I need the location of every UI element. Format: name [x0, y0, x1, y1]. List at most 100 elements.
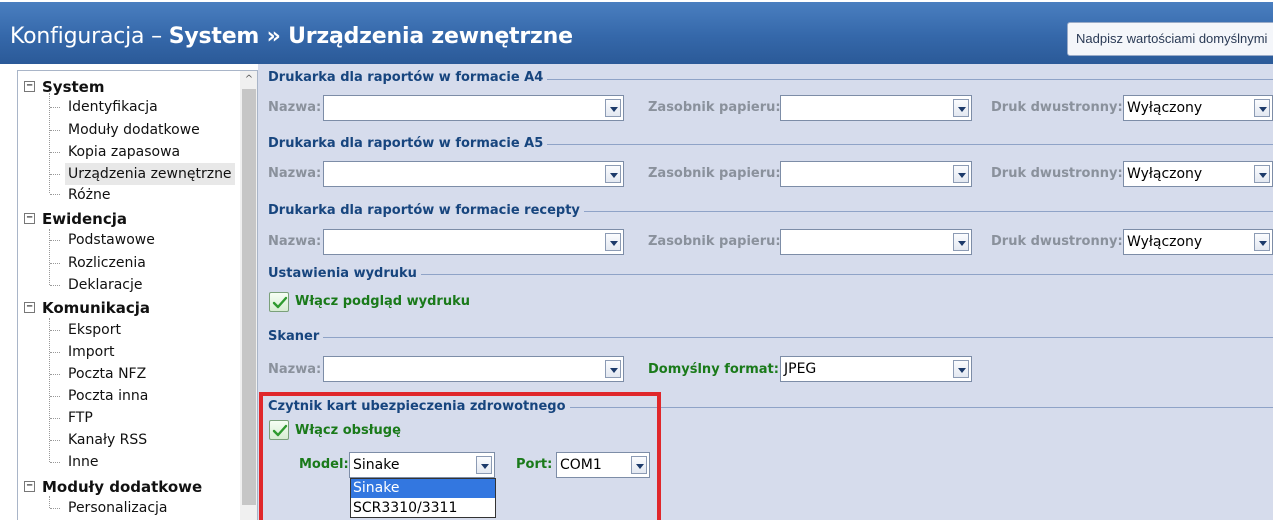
chevron-down-icon[interactable]	[605, 233, 621, 251]
tree-item-deklaracje[interactable]: Deklaracje	[68, 274, 143, 296]
chevron-down-icon[interactable]	[605, 99, 621, 117]
restore-defaults-button[interactable]: Nadpisz wartościami domyślnymi	[1067, 22, 1273, 56]
tree-item-urzadzenia-zewnetrzne[interactable]: Urządzenia zewnętrzne	[65, 163, 235, 185]
tree-scrollbar[interactable]: ^	[240, 71, 257, 520]
card-reader-model-select[interactable]: Sinake	[349, 452, 495, 478]
printer-prescription-tray-select[interactable]	[780, 229, 972, 255]
tree-item-moduly-dodatkowe[interactable]: Moduły dodatkowe	[68, 119, 200, 141]
chevron-down-icon[interactable]	[953, 233, 969, 251]
tree-group-system[interactable]: − System	[18, 76, 240, 98]
collapse-icon[interactable]: −	[24, 302, 35, 313]
scroll-up-icon[interactable]: ^	[240, 71, 257, 88]
collapse-icon[interactable]: −	[24, 213, 35, 224]
scrollbar-thumb[interactable]	[242, 89, 256, 505]
dropdown-option-sinake[interactable]: Sinake	[351, 479, 495, 498]
chevron-down-icon[interactable]	[1254, 233, 1270, 251]
tree-group-label: Komunikacja	[42, 299, 151, 317]
tree-group-komunikacja[interactable]: − Komunikacja	[18, 297, 240, 319]
tree-item-import[interactable]: Import	[68, 341, 114, 363]
tree-connector	[50, 330, 60, 331]
tree-item-kopia-zapasowa[interactable]: Kopia zapasowa	[68, 141, 180, 163]
checkmark-icon	[272, 296, 288, 309]
tree-connector	[50, 440, 60, 441]
tree-connector	[50, 263, 60, 264]
chevron-down-icon[interactable]	[953, 165, 969, 183]
chevron-down-icon[interactable]	[631, 456, 647, 474]
section-title-scanner: Skaner	[268, 329, 324, 344]
tree-item-podstawowe[interactable]: Podstawowe	[68, 229, 155, 251]
section-title-printer-prescription: Drukarka dla raportów w formacie recepty	[268, 203, 584, 218]
tree-item-poczta-nfz[interactable]: Poczta NFZ	[68, 363, 146, 385]
checkmark-icon	[272, 424, 288, 437]
printer-prescription-duplex-select[interactable]: Wyłączony	[1123, 229, 1273, 255]
tree-guide-line	[49, 93, 50, 193]
tree-item-ftp[interactable]: FTP	[68, 407, 93, 429]
printer-prescription-duplex-label: Druk dwustronny:	[991, 234, 1123, 249]
scanner-name-select[interactable]	[323, 356, 624, 382]
card-reader-model-label: Model:	[299, 457, 349, 472]
print-preview-label[interactable]: Włącz podgląd wydruku	[295, 291, 470, 313]
scanner-format-select[interactable]: JPEG	[780, 356, 972, 382]
chevron-down-icon[interactable]	[605, 360, 621, 378]
tree-connector	[50, 374, 60, 375]
printer-a4-duplex-select[interactable]: Wyłączony	[1123, 95, 1273, 121]
title-section: System » Urządzenia zewnętrzne	[168, 24, 573, 49]
tree-connector	[50, 508, 60, 509]
card-reader-port-label: Port:	[516, 457, 553, 472]
printer-a4-name-select[interactable]	[323, 95, 624, 121]
combo-value: Wyłączony	[1127, 234, 1203, 250]
combo-value: COM1	[560, 457, 602, 473]
tree-connector	[50, 396, 60, 397]
collapse-icon[interactable]: −	[24, 81, 35, 92]
tree-connector	[50, 152, 60, 153]
tree-item-personalizacja[interactable]: Personalizacja	[68, 497, 168, 519]
combo-value: Wyłączony	[1127, 166, 1203, 182]
collapse-icon[interactable]: −	[24, 481, 35, 492]
tree-connector	[50, 130, 60, 131]
title-bar: Konfiguracja – System » Urządzenia zewnę…	[0, 0, 1273, 64]
tree-connector	[50, 107, 60, 108]
printer-a5-name-select[interactable]	[323, 161, 624, 187]
tree-item-eksport[interactable]: Eksport	[68, 319, 121, 341]
section-divider	[268, 337, 1273, 338]
tree-connector	[50, 352, 60, 353]
card-reader-model-dropdown: Sinake SCR3310/3311	[350, 478, 496, 518]
tree-group-label: System	[42, 78, 105, 96]
printer-a5-tray-label: Zasobnik papieru:	[648, 166, 781, 181]
printer-a4-tray-label: Zasobnik papieru:	[648, 100, 781, 115]
dropdown-option-scr3310[interactable]: SCR3310/3311	[351, 499, 495, 518]
chevron-down-icon[interactable]	[1254, 165, 1270, 183]
tree-group-ewidencja[interactable]: − Ewidencja	[18, 208, 240, 230]
window-title: Konfiguracja – System » Urządzenia zewnę…	[10, 24, 573, 49]
printer-a5-tray-select[interactable]	[780, 161, 972, 187]
tree-connector	[50, 240, 60, 241]
tree-item-inne[interactable]: Inne	[68, 451, 99, 473]
printer-a5-duplex-select[interactable]: Wyłączony	[1123, 161, 1273, 187]
chevron-down-icon[interactable]	[605, 165, 621, 183]
chevron-down-icon[interactable]	[953, 360, 969, 378]
tree-item-rozliczenia[interactable]: Rozliczenia	[68, 252, 146, 274]
card-reader-enable-label[interactable]: Włącz obsługę	[295, 420, 401, 442]
printer-a4-tray-select[interactable]	[780, 95, 972, 121]
chevron-down-icon[interactable]	[476, 456, 492, 474]
printer-a5-name-label: Nazwa:	[268, 166, 322, 181]
tree-connector	[50, 462, 60, 463]
section-title-card-reader: Czytnik kart ubezpieczenia zdrowotnego	[268, 399, 570, 414]
tree-guide-line	[49, 229, 50, 285]
tree-item-kanaly-rss[interactable]: Kanały RSS	[68, 429, 147, 451]
tree-group-label: Moduły dodatkowe	[42, 478, 203, 496]
tree-item-identyfikacja[interactable]: Identyfikacja	[68, 96, 158, 118]
card-reader-enable-checkbox[interactable]	[269, 420, 289, 440]
card-reader-port-select[interactable]: COM1	[556, 452, 650, 478]
chevron-down-icon[interactable]	[1254, 99, 1270, 117]
settings-pane: Drukarka dla raportów w formacie A4 Nazw…	[258, 64, 1273, 520]
tree-item-rozne[interactable]: Różne	[68, 184, 111, 206]
tree-connector	[50, 418, 60, 419]
chevron-down-icon[interactable]	[953, 99, 969, 117]
printer-prescription-name-select[interactable]	[323, 229, 624, 255]
tree-item-poczta-inna[interactable]: Poczta inna	[68, 385, 148, 407]
section-title-printer-a5: Drukarka dla raportów w formacie A5	[268, 136, 548, 151]
print-preview-checkbox[interactable]	[269, 292, 289, 312]
scanner-name-label: Nazwa:	[268, 362, 322, 377]
tree-group-moduly-dodatkowe[interactable]: − Moduły dodatkowe	[18, 476, 240, 498]
